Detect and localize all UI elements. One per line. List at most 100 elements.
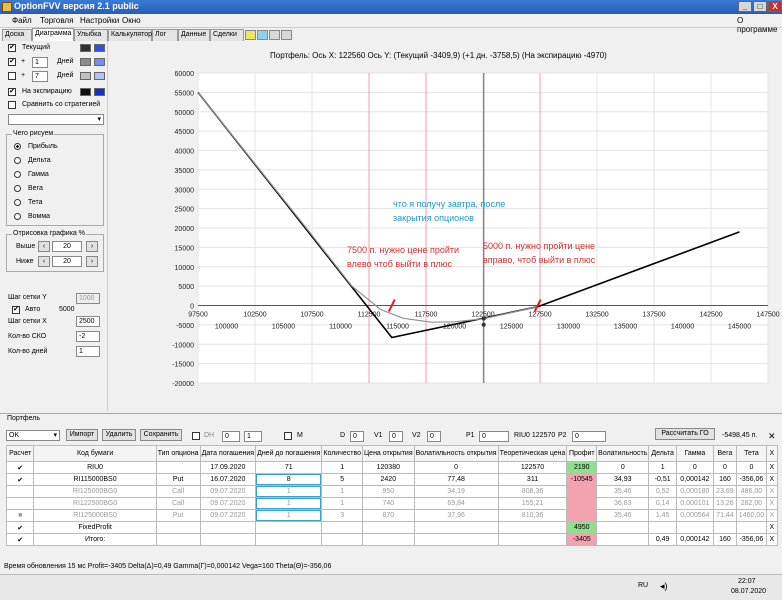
- clock-date[interactable]: 08.07.2020: [731, 588, 766, 595]
- radio-gamma[interactable]: [14, 171, 21, 178]
- menu-file[interactable]: Файл: [12, 16, 32, 25]
- below-input[interactable]: 20: [52, 256, 82, 267]
- below-increase-button[interactable]: ›: [86, 256, 98, 267]
- radio-vega[interactable]: [14, 185, 21, 192]
- maximize-button[interactable]: □: [753, 1, 767, 12]
- clock-time[interactable]: 22:07: [738, 578, 756, 585]
- column-header[interactable]: Гамма: [675, 445, 714, 462]
- column-header[interactable]: Тета: [736, 445, 767, 462]
- days2-color-swatch2[interactable]: [94, 72, 105, 80]
- column-header[interactable]: Вега: [712, 445, 738, 462]
- radio-theta[interactable]: [14, 199, 21, 206]
- row-checkbox[interactable]: ✔: [5, 473, 35, 486]
- row-delete-icon[interactable]: X: [765, 521, 779, 534]
- delete-button[interactable]: Удалить: [102, 429, 136, 441]
- auto-checkbox[interactable]: ✔: [12, 306, 20, 314]
- table-row[interactable]: ✔ RI115000BS0 Put 16.07.2020 8 5 2420 77,48 311-…: [5, 473, 779, 486]
- column-header[interactable]: Профит: [566, 445, 598, 462]
- close-icon[interactable]: ✕: [768, 431, 776, 442]
- above-decrease-button[interactable]: ‹: [38, 241, 50, 252]
- days2-input[interactable]: 7: [32, 71, 48, 82]
- column-header[interactable]: Волатильность: [596, 445, 650, 462]
- dh-checkbox[interactable]: [192, 432, 200, 440]
- current-color-swatch2[interactable]: [94, 44, 105, 52]
- column-header[interactable]: Цена открытия: [362, 445, 415, 462]
- days2-color-swatch[interactable]: [80, 72, 91, 80]
- portfolio-select[interactable]: OK ▾: [6, 430, 60, 441]
- tab-color-yellow[interactable]: [245, 30, 256, 40]
- tab-calculator[interactable]: Калькулятор: [108, 29, 152, 41]
- column-header[interactable]: Дней до погашения: [255, 445, 323, 462]
- days-count-input[interactable]: 1: [76, 346, 100, 357]
- row-delete-icon[interactable]: X: [765, 473, 779, 486]
- row-checkbox[interactable]: [5, 485, 35, 498]
- d-input[interactable]: 0: [350, 431, 364, 442]
- row-checkbox[interactable]: ✔: [5, 533, 35, 546]
- step-y-input[interactable]: 1000: [76, 293, 100, 304]
- std-count-input[interactable]: -2: [76, 331, 100, 342]
- row-checkbox[interactable]: ✔: [5, 461, 35, 474]
- column-header[interactable]: Теоретическая цена: [497, 445, 568, 462]
- column-header[interactable]: Расчет: [5, 445, 35, 462]
- tab-color-gray2[interactable]: [281, 30, 292, 40]
- tab-log[interactable]: Лог: [152, 29, 178, 41]
- tab-color-cyan[interactable]: [257, 30, 268, 40]
- menu-trade[interactable]: Торговля: [40, 16, 73, 25]
- row-checkbox[interactable]: ✔: [5, 521, 35, 534]
- above-input[interactable]: 20: [52, 241, 82, 252]
- column-header[interactable]: Дата погашения: [199, 445, 257, 462]
- strategy-select[interactable]: ▾: [8, 114, 104, 125]
- tab-deals[interactable]: Сделки: [210, 29, 244, 41]
- m-checkbox[interactable]: [284, 432, 292, 440]
- above-increase-button[interactable]: ›: [86, 241, 98, 252]
- current-color-swatch[interactable]: [80, 44, 91, 52]
- pnl-chart[interactable]: 6000055000500004500040000350003000025000…: [148, 60, 782, 415]
- v2-input[interactable]: 0: [427, 431, 441, 442]
- table-row[interactable]: RI125000BG0 Call 09.07.2020 1 1 950 34,19 808,3…: [5, 485, 779, 498]
- below-decrease-button[interactable]: ‹: [38, 256, 50, 267]
- tab-board[interactable]: Доска: [2, 29, 32, 41]
- row-delete-icon[interactable]: X: [765, 485, 779, 498]
- days1-input[interactable]: 1: [32, 57, 48, 68]
- tab-color-gray[interactable]: [269, 30, 280, 40]
- menu-settings[interactable]: Настройки: [80, 16, 119, 25]
- table-row[interactable]: ■ RI125000BS0 Put 09.07.2020 1 3 870 37,96 810,3…: [5, 509, 779, 522]
- days1-checkbox[interactable]: ✔: [8, 58, 16, 66]
- radio-delta[interactable]: [14, 157, 21, 164]
- radio-profit[interactable]: [14, 143, 21, 150]
- row-checkbox[interactable]: [5, 497, 35, 510]
- expiry-color-swatch2[interactable]: [94, 88, 105, 96]
- compare-checkbox[interactable]: [8, 101, 16, 109]
- menu-window[interactable]: Окно: [122, 16, 141, 25]
- expiry-checkbox[interactable]: ✔: [8, 88, 16, 96]
- table-row[interactable]: ✔ RIU0 17.09.2020 71 1 120380 0 122570 2190 0 1 0 0 0…: [5, 461, 779, 474]
- column-header[interactable]: X: [765, 445, 779, 462]
- current-checkbox[interactable]: ✔: [8, 44, 16, 52]
- volume-icon[interactable]: ◂): [660, 581, 668, 592]
- column-header[interactable]: Дельта: [648, 445, 677, 462]
- radio-vomma[interactable]: [14, 213, 21, 220]
- tab-data[interactable]: Данные: [178, 29, 210, 41]
- row-delete-icon[interactable]: X: [765, 533, 779, 546]
- dh-stepper-1[interactable]: 0: [222, 431, 240, 442]
- minimize-button[interactable]: _: [738, 1, 752, 12]
- menu-about[interactable]: О программе: [737, 16, 782, 34]
- days2-checkbox[interactable]: [8, 72, 16, 80]
- step-x-input[interactable]: 2500: [76, 316, 100, 327]
- calc-go-button[interactable]: Рассчитать ГО: [655, 428, 715, 440]
- table-row[interactable]: ✔ FixedProfit 4950 X: [5, 521, 779, 534]
- dh-stepper-2[interactable]: 1: [244, 431, 262, 442]
- p1-input[interactable]: 0: [479, 431, 509, 442]
- close-button[interactable]: X: [768, 1, 782, 12]
- column-header[interactable]: Тип опциона: [155, 445, 201, 462]
- days1-color-swatch[interactable]: [80, 58, 91, 66]
- import-button[interactable]: Импорт: [66, 429, 98, 441]
- language-indicator[interactable]: RU: [638, 582, 648, 589]
- p2-input[interactable]: 0: [572, 431, 606, 442]
- column-header[interactable]: Волатильность открытия: [413, 445, 499, 462]
- row-delete-icon[interactable]: X: [765, 461, 779, 474]
- expiry-color-swatch[interactable]: [80, 88, 91, 96]
- table-row[interactable]: RI122500BG0 Call 09.07.2020 1 1 740 69,84 155,2…: [5, 497, 779, 510]
- row-delete-icon[interactable]: X: [765, 497, 779, 510]
- row-delete-icon[interactable]: X: [765, 509, 779, 522]
